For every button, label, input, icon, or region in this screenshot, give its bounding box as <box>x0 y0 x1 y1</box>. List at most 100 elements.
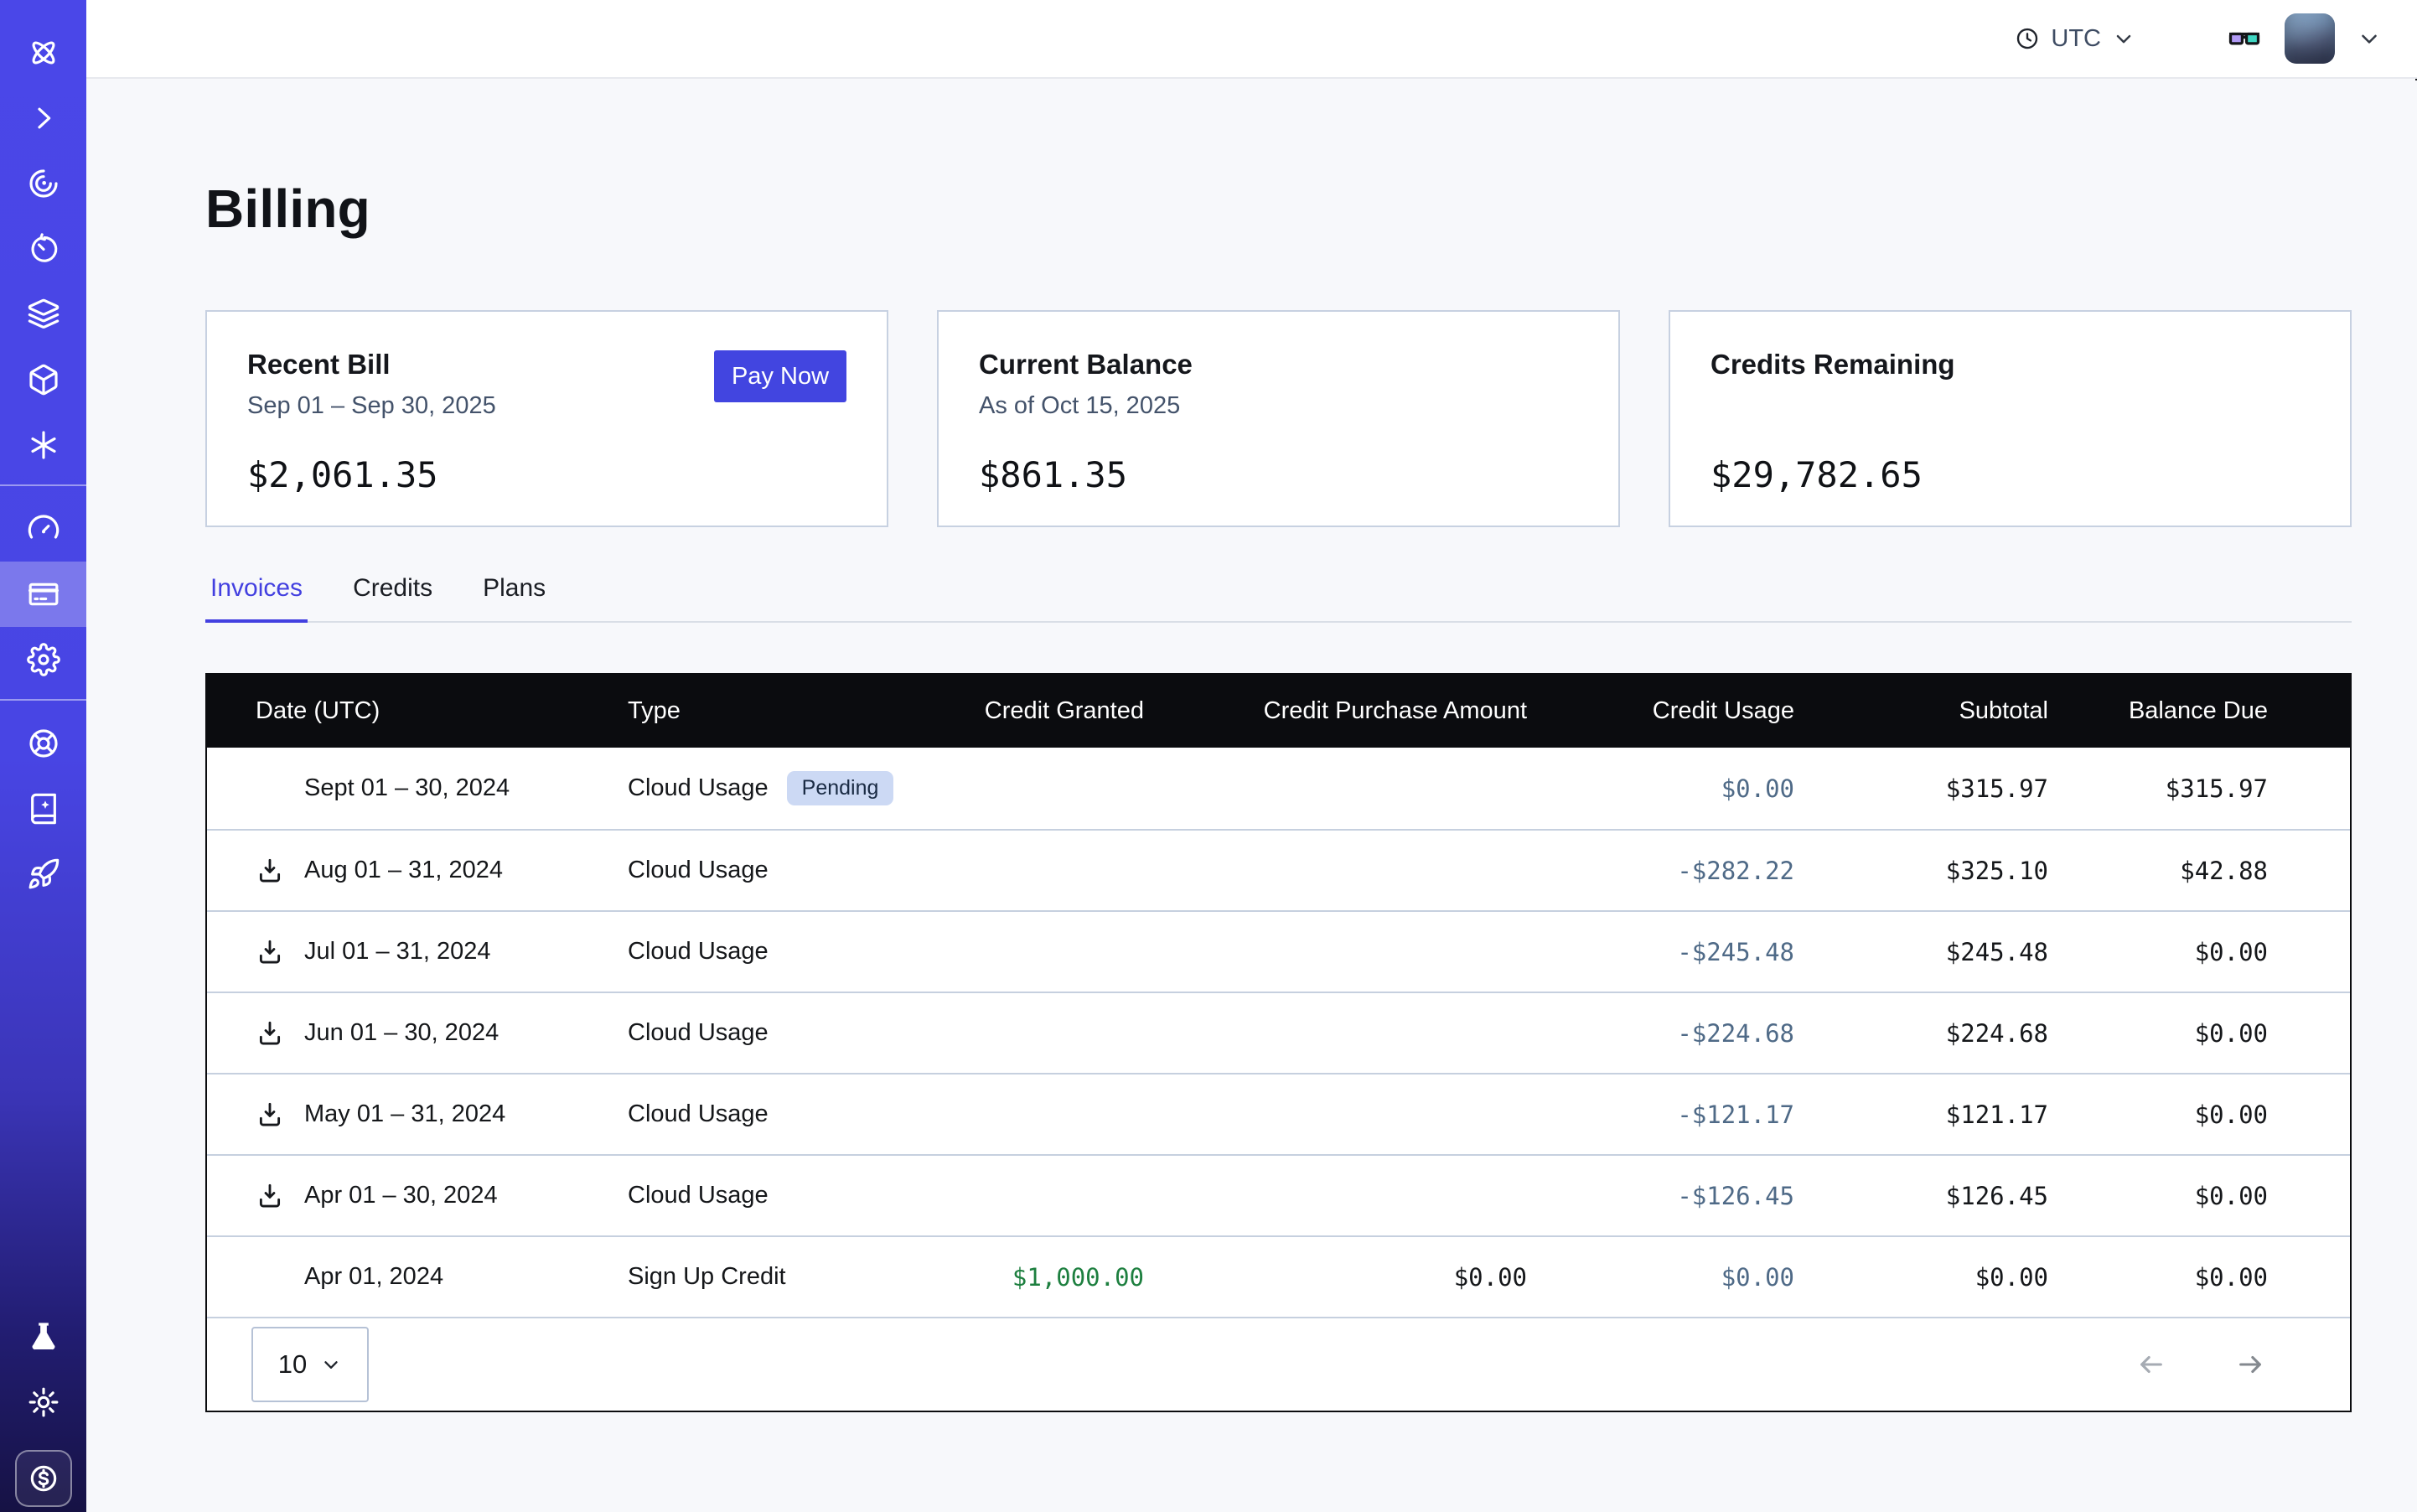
sidebar-expand[interactable] <box>0 85 86 151</box>
subtotal-value: $121.17 <box>1794 1100 2048 1129</box>
pay-now-button[interactable]: Pay Now <box>714 350 846 402</box>
page-size-select[interactable]: 10 <box>251 1327 369 1402</box>
sidebar-item-functions[interactable] <box>0 412 86 478</box>
layers-icon <box>27 298 60 331</box>
credit-purchase-value: $0.00 <box>1144 1263 1527 1292</box>
credit-usage-value: -$126.45 <box>1527 1182 1794 1210</box>
recent-bill-card: Recent Bill Sep 01 – Sep 30, 2025 $2,061… <box>205 310 888 527</box>
sidebar-item-storage[interactable] <box>0 347 86 412</box>
observe-spiral-icon <box>27 167 60 200</box>
chevron-down-icon <box>320 1354 342 1375</box>
invoice-type: Cloud Usage <box>628 1182 769 1209</box>
sidebar-item-billing[interactable] <box>0 562 86 627</box>
credits-remaining-card: Credits Remaining $29,782.65 <box>1669 310 2352 527</box>
chevron-down-icon <box>2357 26 2382 51</box>
invoice-type: Cloud Usage <box>628 857 769 884</box>
col-subtotal: Subtotal <box>1794 697 2048 725</box>
card-title: Credits Remaining <box>1711 349 2310 381</box>
clock-icon <box>2015 26 2040 51</box>
pending-status-badge: Pending <box>787 771 894 805</box>
table-row: Jul 01 – 31, 2024 Cloud Usage -$245.48 $… <box>207 910 2350 992</box>
col-balance-due: Balance Due <box>2048 697 2268 725</box>
invoice-type: Cloud Usage <box>628 774 769 802</box>
card-subtitle-empty <box>1711 392 2310 422</box>
pager-arrows <box>2132 1350 2269 1379</box>
credits-remaining-amount: $29,782.65 <box>1711 454 2310 495</box>
rocket-icon <box>27 857 60 891</box>
arrow-right-icon <box>2231 1350 2269 1379</box>
subtotal-value: $245.48 <box>1794 938 2048 966</box>
table-row: Jun 01 – 30, 2024 Cloud Usage -$224.68 $… <box>207 992 2350 1073</box>
sidebar-item-theme[interactable] <box>0 1370 86 1435</box>
sidebar-divider <box>0 699 86 701</box>
sidebar-item-support[interactable] <box>0 711 86 776</box>
topbar: UTC <box>86 0 2417 79</box>
sidebar-item-timer[interactable] <box>0 216 86 282</box>
card-as-of-date: As of Oct 15, 2025 <box>979 392 1578 422</box>
summary-cards: Recent Bill Sep 01 – Sep 30, 2025 $2,061… <box>205 310 2352 527</box>
col-credit-usage: Credit Usage <box>1527 697 1794 725</box>
sidebar <box>0 0 86 1512</box>
balance-due-value: $0.00 <box>2048 1100 2268 1129</box>
sidebar-item-dashboard[interactable] <box>0 496 86 562</box>
credits-button[interactable] <box>15 1450 72 1507</box>
balance-due-value: $0.00 <box>2048 1263 2268 1292</box>
view-mode-button[interactable] <box>2226 20 2263 57</box>
sidebar-item-getting-started[interactable] <box>0 841 86 907</box>
sidebar-divider <box>0 484 86 486</box>
col-credit-purchase-amount: Credit Purchase Amount <box>1144 697 1527 725</box>
credit-usage-value: -$224.68 <box>1527 1019 1794 1048</box>
tab-invoices[interactable]: Invoices <box>205 574 308 623</box>
credit-card-icon <box>27 577 60 611</box>
invoice-date: Jun 01 – 30, 2024 <box>304 1019 499 1047</box>
invoices-table: Date (UTC) Type Credit Granted Credit Pu… <box>205 673 2352 1412</box>
credit-usage-value: $0.00 <box>1527 1263 1794 1292</box>
user-avatar[interactable] <box>2285 13 2335 64</box>
previous-page-button[interactable] <box>2132 1350 2171 1379</box>
cube-icon <box>27 363 60 396</box>
current-balance-card: Current Balance As of Oct 15, 2025 $861.… <box>937 310 1620 527</box>
book-sparkle-icon <box>27 792 60 826</box>
table-row: May 01 – 31, 2024 Cloud Usage -$121.17 $… <box>207 1073 2350 1154</box>
sidebar-item-observe[interactable] <box>0 151 86 216</box>
subtotal-value: $315.97 <box>1794 774 2048 803</box>
sidebar-item-layers[interactable] <box>0 282 86 347</box>
tab-credits[interactable]: Credits <box>348 574 437 623</box>
download-invoice-button[interactable] <box>256 938 284 966</box>
current-balance-amount: $861.35 <box>979 454 1578 495</box>
account-menu-button[interactable] <box>2357 26 2382 51</box>
sidebar-item-labs[interactable] <box>0 1304 86 1370</box>
subtotal-value: $224.68 <box>1794 1019 2048 1048</box>
sidebar-item-docs[interactable] <box>0 776 86 841</box>
table-row: Apr 01, 2024 Sign Up Credit $1,000.00 $0… <box>207 1235 2350 1317</box>
chevron-down-icon <box>2112 27 2135 50</box>
timer-icon <box>27 232 60 266</box>
balance-due-value: $0.00 <box>2048 1019 2268 1048</box>
timezone-picker[interactable]: UTC <box>2015 25 2135 53</box>
sun-icon <box>27 1385 60 1419</box>
subtotal-value: $126.45 <box>1794 1182 2048 1210</box>
main-content: Billing Recent Bill Sep 01 – Sep 30, 202… <box>86 80 2417 1512</box>
invoice-date: Apr 01, 2024 <box>304 1263 443 1291</box>
download-icon <box>256 1182 284 1210</box>
download-invoice-button[interactable] <box>256 1182 284 1210</box>
invoice-type: Sign Up Credit <box>628 1263 786 1291</box>
download-invoice-button[interactable] <box>256 1019 284 1048</box>
invoice-type: Cloud Usage <box>628 1100 769 1128</box>
tab-plans[interactable]: Plans <box>478 574 551 623</box>
sidebar-logo[interactable] <box>0 20 86 85</box>
col-credit-granted: Credit Granted <box>928 697 1144 725</box>
sidebar-item-settings[interactable] <box>0 627 86 692</box>
balance-due-value: $0.00 <box>2048 938 2268 966</box>
invoice-date: Aug 01 – 31, 2024 <box>304 857 503 884</box>
sidebar-bottom-group <box>0 1304 86 1512</box>
download-invoice-button[interactable] <box>256 1100 284 1129</box>
credit-usage-value: -$282.22 <box>1527 857 1794 885</box>
credit-usage-value: -$121.17 <box>1527 1100 1794 1129</box>
next-page-button[interactable] <box>2231 1350 2269 1379</box>
download-icon <box>256 938 284 966</box>
download-invoice-button[interactable] <box>256 857 284 885</box>
app-window: UTC Billing Recent Bill <box>0 0 2417 1512</box>
subtotal-value: $325.10 <box>1794 857 2048 885</box>
invoice-date: Apr 01 – 30, 2024 <box>304 1182 498 1209</box>
